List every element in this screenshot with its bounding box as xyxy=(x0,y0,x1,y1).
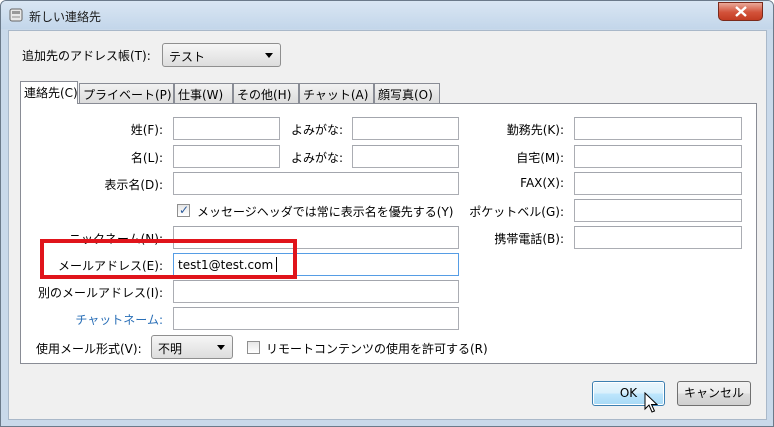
alt-email-label: 別のメールアドレス(I): xyxy=(38,286,163,300)
first-reading-label: よみがな: xyxy=(291,151,344,165)
window-title: 新しい連絡先 xyxy=(29,10,102,24)
mail-format-value: 不明 xyxy=(158,342,183,356)
address-book-icon xyxy=(9,8,23,22)
display-name-field[interactable] xyxy=(173,172,459,195)
cancel-button[interactable]: キャンセル xyxy=(677,381,751,406)
mobile-field[interactable] xyxy=(574,226,742,249)
chat-name-link[interactable]: チャットネーム: xyxy=(75,311,163,328)
tab-other[interactable]: その他(H) xyxy=(233,83,299,103)
tab-label: その他(H) xyxy=(237,88,292,102)
chat-name-field[interactable] xyxy=(173,307,459,330)
addressbook-label: 追加先のアドレス帳(T): xyxy=(22,49,151,63)
new-contact-dialog: 新しい連絡先 追加先のアドレス帳(T): テスト 連絡先(C) プライベート(P… xyxy=(0,0,774,427)
tab-work[interactable]: 仕事(W) xyxy=(174,83,233,103)
first-name-label: 名(L): xyxy=(130,151,163,165)
close-icon xyxy=(735,6,747,17)
chevron-down-icon xyxy=(265,53,273,58)
prefer-display-checkbox[interactable]: ✓ xyxy=(177,203,190,217)
mail-format-label: 使用メール形式(V): xyxy=(36,342,142,356)
pager-label: ポケットベル(G): xyxy=(469,205,564,219)
close-button[interactable] xyxy=(718,2,763,21)
last-name-field[interactable] xyxy=(173,117,280,140)
last-reading-label: よみがな: xyxy=(291,123,344,137)
contact-panel: 姓(F): よみがな: 名(L): よみがな: 表示名(D): ✓ メッセージヘ… xyxy=(20,103,757,364)
remote-content-label: リモートコンテンツの使用を許可する(R) xyxy=(266,342,488,356)
first-name-field[interactable] xyxy=(173,145,280,168)
tab-label: 仕事(W) xyxy=(178,88,224,102)
tab-chat[interactable]: チャット(A) xyxy=(299,83,374,103)
addressbook-select[interactable]: テスト xyxy=(162,43,281,67)
dialog-client-area: 追加先のアドレス帳(T): テスト 連絡先(C) プライベート(P) 仕事(W)… xyxy=(8,30,767,420)
tab-photo[interactable]: 顔写真(O) xyxy=(374,83,440,103)
tab-label: チャット(A) xyxy=(303,88,369,102)
tab-label: 連絡先(C) xyxy=(24,86,78,100)
work-phone-label: 勤務先(K): xyxy=(506,123,564,137)
tab-private[interactable]: プライベート(P) xyxy=(79,83,174,103)
title-bar[interactable]: 新しい連絡先 xyxy=(1,1,773,29)
pager-field[interactable] xyxy=(574,199,742,222)
fax-field[interactable] xyxy=(574,172,742,195)
addressbook-value: テスト xyxy=(169,50,206,64)
tab-label: プライベート(P) xyxy=(83,88,172,102)
mobile-label: 携帯電話(B): xyxy=(494,232,564,246)
prefer-display-label: メッセージヘッダでは常に表示名を優先する(Y) xyxy=(197,205,454,219)
mouse-pointer-icon xyxy=(644,392,658,413)
tab-label: 顔写真(O) xyxy=(378,88,433,102)
tab-contact[interactable]: 連絡先(C) xyxy=(20,81,78,104)
home-phone-label: 自宅(M): xyxy=(516,151,564,165)
remote-content-checkbox[interactable] xyxy=(247,341,260,354)
work-phone-field[interactable] xyxy=(574,117,742,140)
alt-email-field[interactable] xyxy=(173,280,459,303)
mail-format-select[interactable]: 不明 xyxy=(151,335,233,359)
chevron-down-icon xyxy=(217,345,225,350)
home-phone-field[interactable] xyxy=(574,145,742,168)
display-name-label: 表示名(D): xyxy=(104,178,163,192)
checkmark-icon: ✓ xyxy=(179,203,190,217)
email-highlight-box xyxy=(40,239,297,279)
last-name-label: 姓(F): xyxy=(130,123,163,137)
last-reading-field[interactable] xyxy=(352,117,459,140)
first-reading-field[interactable] xyxy=(352,145,459,168)
fax-label: FAX(X): xyxy=(520,176,564,190)
